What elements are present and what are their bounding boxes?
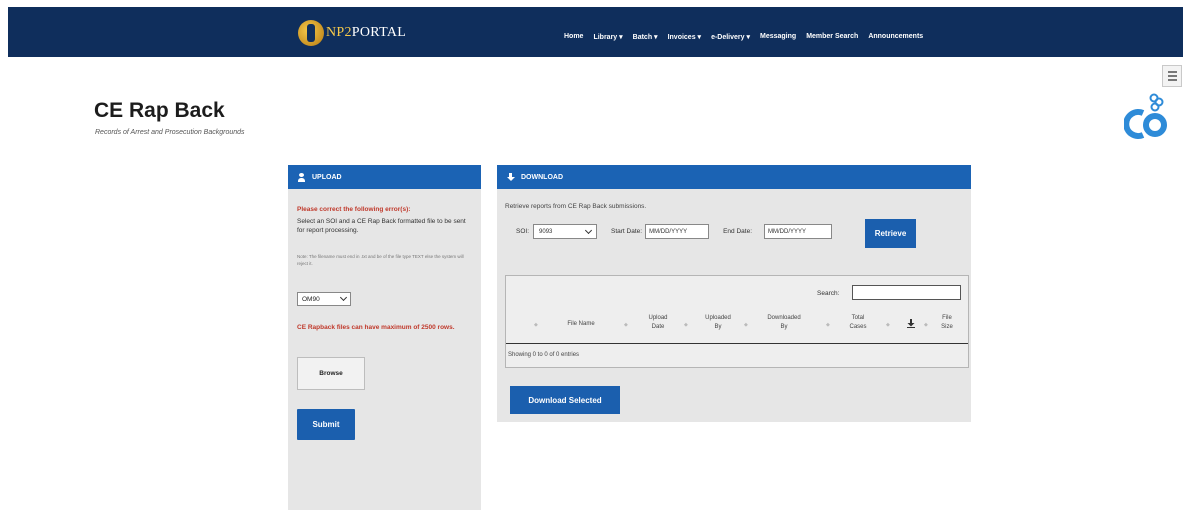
nav-member-search[interactable]: Member Search — [806, 33, 858, 41]
nav-home[interactable]: Home — [564, 33, 583, 41]
download-column-icon — [907, 319, 915, 328]
download-selected-button[interactable]: Download Selected — [510, 386, 620, 414]
person-upload-icon — [297, 172, 306, 182]
error-title: Please correct the following error(s): — [297, 206, 411, 213]
hamburger-menu-icon[interactable] — [1162, 65, 1182, 87]
download-panel-header: DOWNLOAD — [497, 165, 971, 189]
search-input[interactable] — [852, 285, 961, 300]
col-downloaded-by[interactable]: Downloaded By — [764, 314, 804, 333]
start-date-label: Start Date: — [611, 228, 643, 235]
sort-arrow-icon: ◆ — [744, 322, 748, 328]
nav-messaging[interactable]: Messaging — [760, 33, 796, 41]
upload-soi-select[interactable]: OM90 — [297, 292, 351, 306]
download-icon — [506, 172, 515, 182]
upload-panel: UPLOAD Please correct the following erro… — [288, 165, 481, 510]
chevron-down-icon — [339, 293, 348, 302]
page-title: CE Rap Back — [94, 99, 225, 122]
sort-arrow-icon: ◆ — [826, 322, 830, 328]
max-rows-warning: CE Rapback files can have maximum of 250… — [297, 324, 455, 331]
col-uploaded-by[interactable]: Uploaded By — [702, 314, 734, 333]
col-file-name[interactable]: File Name — [561, 320, 601, 329]
retrieve-filter-row: SOI: 9093 Start Date: MM/DD/YYYY End Dat… — [516, 224, 833, 239]
upload-header-label: UPLOAD — [312, 173, 342, 181]
sort-arrow-icon: ◆ — [534, 322, 538, 328]
error-message: Select an SOI and a CE Rap Back formatte… — [297, 218, 466, 235]
table-info: Showing 0 to 0 of 0 entries — [508, 352, 580, 358]
sort-arrow-icon: ◆ — [684, 322, 688, 328]
retrieve-button[interactable]: Retrieve — [865, 219, 916, 248]
download-soi-value: 9093 — [539, 228, 553, 235]
col-total-cases[interactable]: Total Cases — [844, 314, 872, 333]
portal-logo-icon — [298, 20, 324, 46]
browse-button[interactable]: Browse — [297, 357, 365, 390]
download-header-label: DOWNLOAD — [521, 173, 563, 181]
page-subtitle: Records of Arrest and Prosecution Backgr… — [95, 129, 245, 136]
nav-invoices[interactable]: Invoices ▾ — [668, 33, 701, 41]
soi-label: SOI: — [516, 228, 530, 235]
sort-arrow-icon: ◆ — [924, 322, 928, 328]
end-date-label: End Date: — [723, 228, 753, 235]
search-label: Search: — [817, 290, 840, 297]
nav-e-delivery[interactable]: e-Delivery ▾ — [711, 33, 750, 41]
download-description: Retrieve reports from CE Rap Back submis… — [505, 203, 647, 210]
submit-button[interactable]: Submit — [297, 409, 355, 440]
handcuffs-ce-logo-icon — [1124, 93, 1167, 139]
nav-library[interactable]: Library ▾ — [593, 33, 622, 41]
np2portal-logo[interactable]: NP2PORTAL — [298, 20, 406, 46]
portal-logo-text: NP2PORTAL — [326, 25, 407, 40]
top-navigation-bar: NP2PORTAL Home Library ▾ Batch ▾ Invoice… — [8, 7, 1183, 57]
start-date-input[interactable]: MM/DD/YYYY — [645, 224, 710, 239]
sort-arrow-icon: ◆ — [624, 322, 628, 328]
download-soi-select[interactable]: 9093 — [533, 224, 598, 239]
chevron-down-icon — [584, 226, 593, 234]
file-type-note: Note: The filename must end in .txt and … — [297, 254, 464, 266]
sort-arrow-icon: ◆ — [886, 322, 890, 328]
col-upload-date[interactable]: Upload Date — [644, 314, 672, 333]
col-file-size[interactable]: File Size — [936, 314, 958, 333]
main-nav: Home Library ▾ Batch ▾ Invoices ▾ e-Deli… — [564, 33, 923, 41]
download-panel: DOWNLOAD Retrieve reports from CE Rap Ba… — [497, 165, 971, 422]
end-date-input[interactable]: MM/DD/YYYY — [764, 224, 833, 239]
upload-soi-value: OM90 — [302, 295, 320, 303]
upload-panel-header: UPLOAD — [288, 165, 481, 189]
nav-batch[interactable]: Batch ▾ — [633, 33, 658, 41]
table-header: ◆ File Name ◆ Upload Date ◆ Uploaded By … — [506, 306, 968, 344]
nav-announcements[interactable]: Announcements — [868, 33, 923, 41]
files-table: Search: ◆ File Name ◆ Upload Date ◆ Uplo… — [505, 275, 969, 368]
